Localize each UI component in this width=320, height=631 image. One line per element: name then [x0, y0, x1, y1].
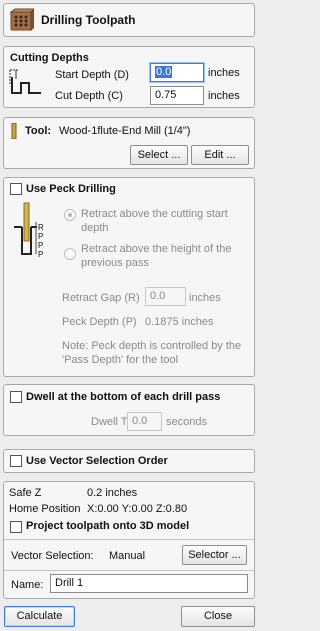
cutting-depths-panel: Cutting Depths Start Depth (D) 0.0 inche… [3, 46, 255, 108]
peck-depth-label: Peck Depth (P) [62, 316, 137, 328]
vector-order-panel: Use Vector Selection Order [3, 449, 255, 473]
safe-z-value: 0.2 inches [87, 487, 138, 499]
peck-drilling-panel: Use Peck Drilling R P P P Retract above … [3, 177, 255, 377]
retract-gap-input[interactable]: 0.0 [145, 287, 186, 306]
selector-button[interactable]: Selector ... [182, 545, 247, 565]
retract-start-label-1: Retract above the cutting start [81, 208, 228, 220]
section-title-cutting-depths: Cutting Depths [10, 52, 89, 64]
close-button[interactable]: Close [181, 606, 255, 627]
vector-order-label: Use Vector Selection Order [26, 455, 168, 467]
dwell-time-input[interactable]: 0.0 [127, 412, 162, 431]
safe-z-label: Safe Z [9, 487, 42, 499]
dwell-time-unit: seconds [166, 416, 207, 428]
peck-note-line-2: 'Pass Depth' for the tool [62, 354, 179, 366]
project-toolpath-checkbox[interactable] [10, 521, 22, 533]
peck-note-line-1: Note: Peck depth is controlled by the [62, 340, 242, 352]
end-mill-icon [11, 123, 17, 139]
summary-divider [4, 539, 254, 540]
peck-depth-value: 0.1875 inches [145, 316, 214, 328]
retract-previous-radio[interactable] [64, 248, 76, 260]
dwell-label: Dwell at the bottom of each drill pass [26, 391, 221, 403]
vector-selection-label: Vector Selection: [11, 550, 94, 562]
tool-name: Wood-1flute-End Mill (1/4") [59, 125, 191, 137]
start-depth-label: Start Depth (D) [55, 69, 129, 81]
peck-drilling-checkbox[interactable] [10, 183, 22, 195]
tool-panel: Tool: Wood-1flute-End Mill (1/4") Select… [3, 117, 255, 169]
select-tool-button[interactable]: Select ... [130, 145, 188, 165]
home-position-value: X:0.00 Y:0.00 Z:0.80 [87, 503, 188, 515]
diagram-label-r: R [38, 223, 44, 232]
depth-diagram-icon [9, 69, 41, 94]
peck-diagram-icon [14, 202, 37, 255]
dwell-panel: Dwell at the bottom of each drill pass D… [3, 384, 255, 436]
diagram-label-p2: P [38, 241, 44, 250]
diagram-label-p3: P [38, 250, 44, 259]
home-position-label: Home Position [9, 503, 81, 515]
retract-previous-label-1: Retract above the height of the [81, 243, 232, 255]
retract-gap-label: Retract Gap (R) [62, 292, 140, 304]
cut-depth-unit: inches [208, 90, 240, 102]
start-depth-input[interactable]: 0.0 [150, 63, 204, 82]
retract-gap-unit: inches [189, 292, 221, 304]
cut-depth-label: Cut Depth (C) [55, 90, 123, 102]
retract-previous-label-2: previous pass [81, 257, 149, 269]
header-panel: Drilling Toolpath [3, 3, 255, 37]
summary-divider-2 [4, 570, 254, 571]
page-title: Drilling Toolpath [41, 13, 136, 27]
calculate-button[interactable]: Calculate [4, 606, 75, 627]
vector-selection-value: Manual [109, 550, 146, 562]
project-toolpath-label: Project toolpath onto 3D model [26, 520, 190, 532]
name-input[interactable]: Drill 1 [50, 574, 248, 593]
drill-block-icon [10, 8, 34, 32]
diagram-label-p1: P [38, 232, 44, 241]
name-label: Name: [11, 579, 44, 591]
retract-start-label-2: depth [81, 222, 109, 234]
edit-tool-button[interactable]: Edit ... [191, 145, 249, 165]
start-depth-unit: inches [208, 67, 240, 79]
summary-panel: Safe Z 0.2 inches Home Position X:0.00 Y… [3, 481, 255, 599]
peck-drilling-label: Use Peck Drilling [26, 183, 116, 195]
cut-depth-input[interactable]: 0.75 [150, 86, 204, 105]
tool-label: Tool: [25, 125, 52, 137]
retract-start-radio[interactable] [64, 209, 76, 221]
dwell-checkbox[interactable] [10, 391, 22, 403]
vector-order-checkbox[interactable] [10, 455, 22, 467]
